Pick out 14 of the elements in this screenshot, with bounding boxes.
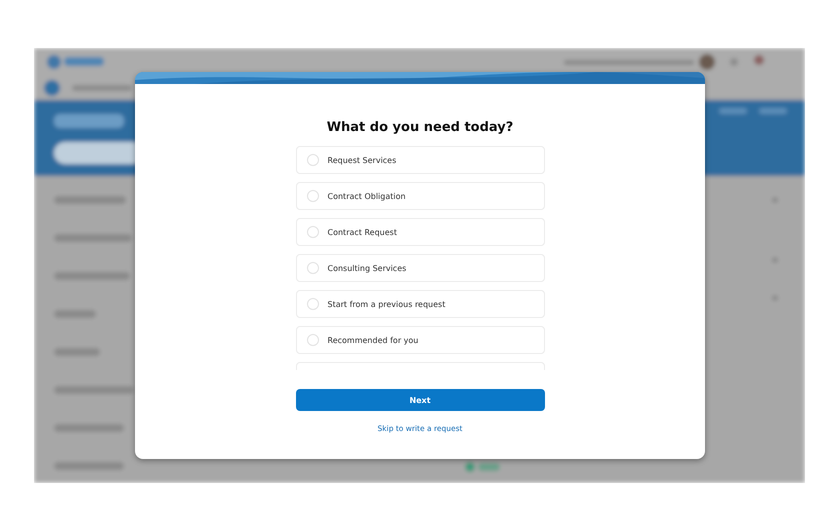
option-card[interactable]: Consulting Services	[296, 254, 544, 282]
radio-icon	[306, 226, 318, 238]
option-card[interactable]: Recommended for you	[296, 326, 544, 354]
radio-icon	[306, 334, 318, 346]
dialog-title: What do you need today?	[326, 120, 514, 135]
radio-icon	[306, 298, 318, 310]
option-card[interactable]: Start from a previous request	[296, 290, 544, 318]
radio-icon	[306, 154, 318, 166]
radio-icon	[306, 190, 318, 202]
option-card[interactable]: Contract Request	[296, 218, 544, 246]
next-button[interactable]: Next	[296, 389, 544, 411]
option-card[interactable]: Request Services	[296, 146, 544, 174]
option-card[interactable]: Contract Obligation	[296, 182, 544, 210]
radio-icon	[306, 262, 318, 274]
